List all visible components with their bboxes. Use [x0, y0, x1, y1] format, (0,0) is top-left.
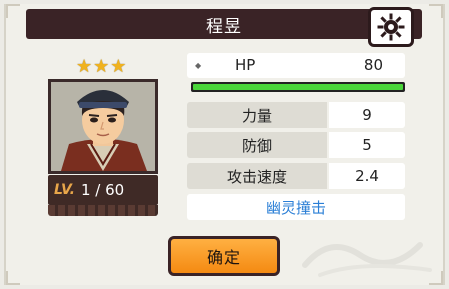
level-label: LV.	[54, 182, 75, 198]
hp-bar	[191, 82, 405, 92]
confirm-button[interactable]: 确定	[168, 236, 280, 276]
settings-button[interactable]	[368, 7, 414, 47]
hp-value: 80	[363, 56, 383, 74]
character-name: 程昱	[206, 16, 242, 37]
hp-row: ◆ HP 80	[187, 53, 405, 78]
panel-corner-ornament	[429, 4, 443, 18]
stat-name: 防御	[187, 132, 327, 158]
bullet-icon: ◆	[195, 61, 202, 70]
watermark-brushstroke	[302, 242, 432, 277]
skill-link[interactable]: 幽灵撞击	[187, 194, 405, 220]
hp-label: HP	[235, 56, 256, 74]
level-value: 1 / 60	[80, 181, 125, 199]
character-portrait	[48, 79, 158, 174]
star-rating: ★ ★ ★	[76, 58, 126, 76]
panel-corner-ornament	[6, 271, 20, 285]
stat-value: 2.4	[329, 163, 405, 189]
gear-icon	[377, 13, 405, 41]
hp-bar-fill	[193, 84, 403, 90]
star-icon: ★	[93, 56, 110, 77]
stat-row-defense: 防御 5	[187, 132, 405, 158]
stat-row-attack-speed: 攻击速度 2.4	[187, 163, 405, 189]
stat-row-strength: 力量 9	[187, 102, 405, 128]
portrait-image	[51, 82, 155, 171]
star-icon: ★	[110, 56, 127, 77]
level-base-ornament	[48, 205, 158, 216]
title-bar: 程昱	[26, 9, 422, 39]
stat-name: 力量	[187, 102, 327, 128]
stat-value: 5	[329, 132, 405, 158]
stat-value: 9	[329, 102, 405, 128]
stat-name: 攻击速度	[187, 163, 327, 189]
level-display: LV. 1 / 60	[48, 175, 158, 205]
panel-corner-ornament	[6, 4, 20, 18]
star-icon: ★	[76, 56, 93, 77]
